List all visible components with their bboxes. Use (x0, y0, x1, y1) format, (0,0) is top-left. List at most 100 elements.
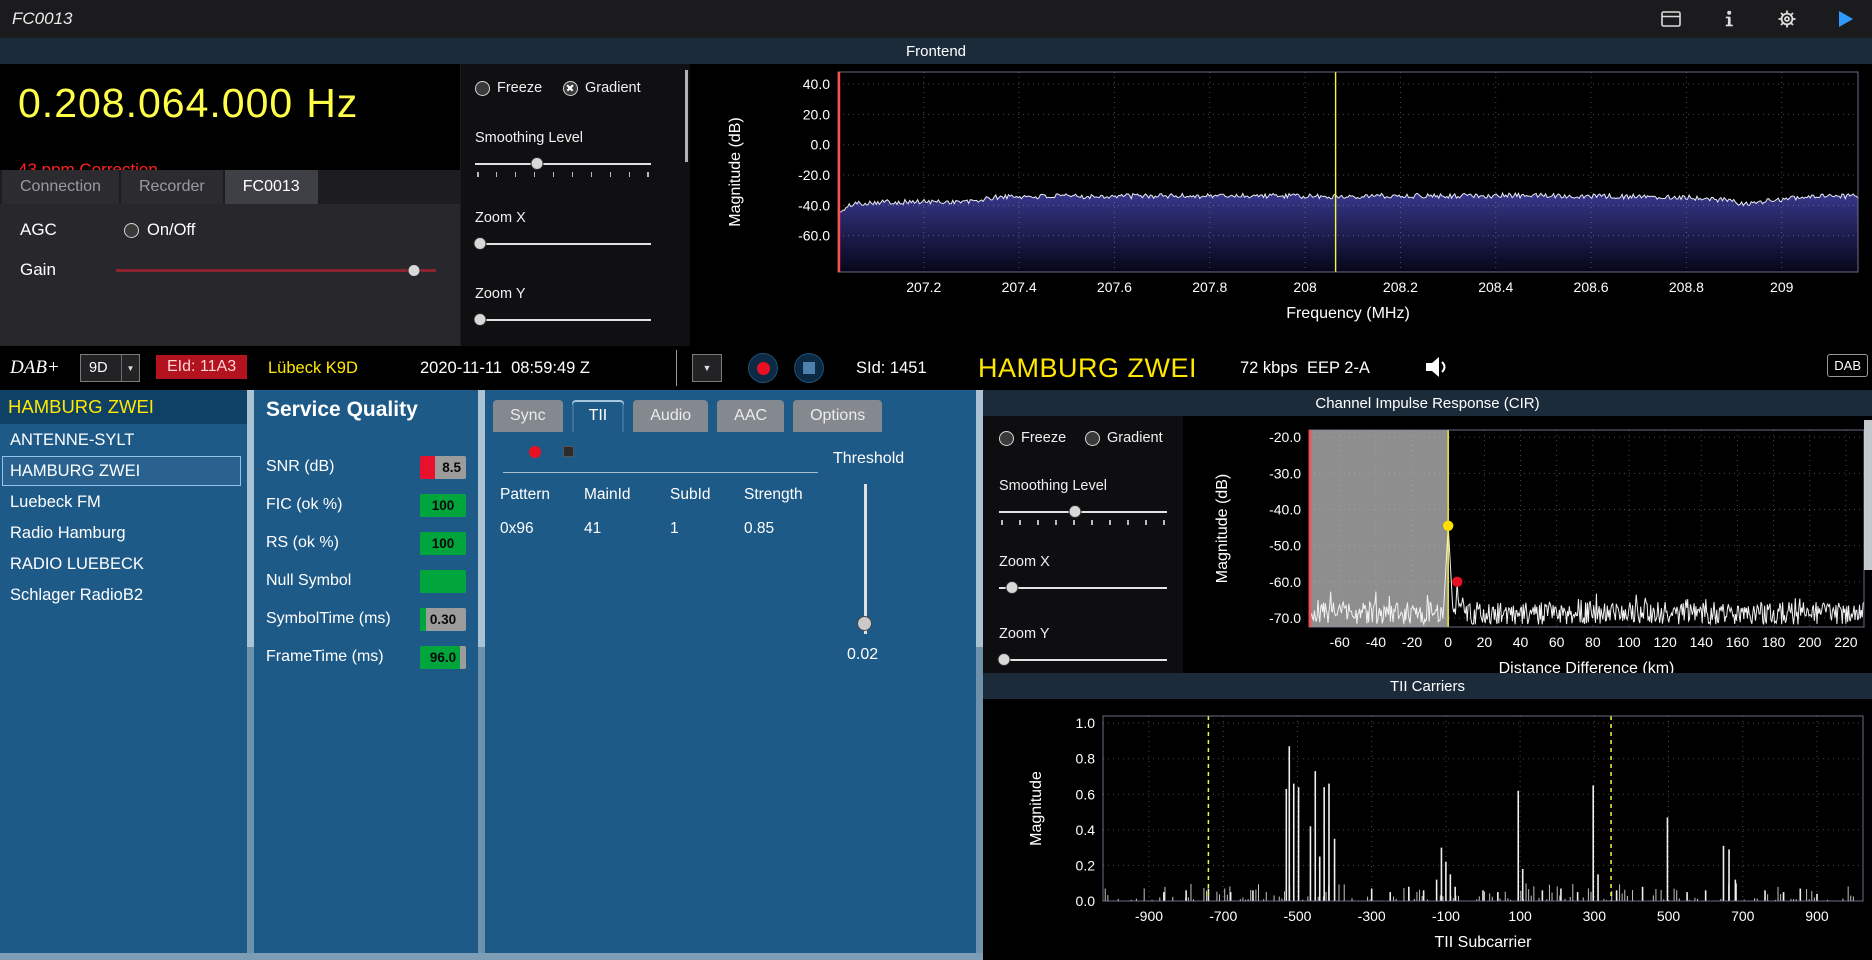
titlebar-icons (1658, 6, 1858, 32)
station-item[interactable]: Luebeck FM (2, 487, 241, 517)
speaker-icon[interactable] (1424, 355, 1450, 384)
svg-text:220: 220 (1834, 634, 1858, 650)
scrollbar[interactable] (247, 390, 254, 960)
svg-text:20: 20 (1477, 634, 1493, 650)
info-icon[interactable] (1716, 6, 1742, 32)
tii-cell: 1 (670, 520, 679, 537)
agc-onoff-radio[interactable] (124, 222, 139, 238)
station-dropdown-button[interactable]: ▼ (692, 354, 722, 382)
svg-text:20.0: 20.0 (803, 106, 830, 122)
svg-text:Magnitude (dB): Magnitude (dB) (727, 117, 744, 226)
tab-sync[interactable]: Sync (493, 400, 563, 432)
quality-row: FrameTime (ms) 96.0 (266, 638, 466, 676)
cir-freeze-radio[interactable] (999, 430, 1014, 446)
quality-label: FrameTime (ms) (266, 648, 384, 665)
svg-text:Magnitude: Magnitude (1028, 771, 1045, 846)
frontend-body: 0.208.064.000Hz 43 ppm Correction Connec… (0, 64, 1872, 346)
datetime-label: 2020-11-11 08:59:49 Z (420, 359, 591, 377)
sid-label: SId: 1451 (856, 359, 927, 377)
horizontal-scrollbar[interactable] (0, 953, 983, 960)
cir-smoothing-slider[interactable] (999, 504, 1167, 519)
station-item[interactable]: ANTENNE-SYLT (2, 425, 241, 455)
quality-badge: 100 (420, 493, 466, 517)
tab-tii[interactable]: TII (571, 400, 625, 432)
cir-zoomx-slider[interactable] (999, 580, 1167, 595)
channel-dropdown[interactable]: 9D ▼ (80, 354, 140, 382)
svg-text:-20: -20 (1402, 634, 1422, 650)
cir-panel: Channel Impulse Response (CIR) Freeze Gr… (983, 390, 1872, 677)
gain-label: Gain (20, 260, 56, 279)
cir-gradient-label: Gradient (1107, 430, 1163, 446)
scrollbar-thumb[interactable] (478, 390, 485, 647)
spectrum-zoomy-label: Zoom Y (475, 286, 526, 302)
stop-button[interactable] (794, 353, 824, 383)
quality-row: FIC (ok %) 100 (266, 486, 466, 524)
gain-slider[interactable] (116, 263, 436, 278)
quality-badge: 8.5 (420, 455, 466, 479)
spectrum-plot-area: 207.2 207.4 207.6 207.8 208 208.2 208.4 208.6 20… (690, 64, 1872, 346)
svg-text:120: 120 (1653, 634, 1677, 650)
spectrum-smoothing-label: Smoothing Level (475, 130, 584, 146)
tuner-tab-content: AGC On/Off Gain (0, 204, 460, 346)
svg-text:Distance Difference (km): Distance Difference (km) (1499, 660, 1675, 673)
spectrum-zoomy-slider[interactable] (473, 312, 651, 327)
titlebar: FC0013 (0, 0, 1872, 38)
scrollbar[interactable] (976, 390, 983, 960)
spectrum-gradient-label: Gradient (585, 80, 641, 96)
threshold-slider-handle[interactable] (857, 616, 872, 631)
detail-tabs: Sync TII Audio AAC Options (493, 400, 883, 432)
svg-text:1.0: 1.0 (1076, 715, 1096, 731)
svg-text:40: 40 (1513, 634, 1529, 650)
current-station-label: HAMBURG ZWEI (978, 353, 1197, 383)
tuner-tabs: Connection Recorder FC0013 (0, 170, 460, 204)
gear-icon[interactable] (1774, 6, 1800, 32)
record-button[interactable] (748, 353, 778, 383)
cir-zoomy-slider[interactable] (997, 652, 1167, 667)
cir-controls: Freeze Gradient Smoothing Level Zoom X Z… (983, 416, 1183, 673)
spectrum-smoothing-slider[interactable] (475, 156, 651, 171)
chevron-down-icon: ▼ (121, 355, 139, 381)
tab-aac[interactable]: AAC (717, 400, 785, 432)
spectrum-gradient-radio[interactable] (563, 80, 578, 96)
svg-text:0: 0 (1444, 634, 1452, 650)
tab-options[interactable]: Options (793, 400, 883, 432)
tii-col-header: SubId (670, 486, 711, 503)
window-icon[interactable] (1658, 6, 1684, 32)
station-item[interactable]: Radio Hamburg (2, 518, 241, 548)
scrollbar-thumb[interactable] (247, 390, 254, 647)
controls-scrollbar[interactable] (685, 70, 688, 162)
frequency-value: 0.208.064.000 (18, 80, 294, 126)
play-button[interactable] (1832, 6, 1858, 32)
quality-row: SNR (dB) 8.5 (266, 448, 466, 486)
scrollbar[interactable] (1864, 420, 1872, 570)
tuner-tab-recorder[interactable]: Recorder (120, 170, 223, 204)
svg-text:-700: -700 (1209, 908, 1237, 924)
tuner-tab-fc0013[interactable]: FC0013 (224, 170, 318, 204)
tuner-tab-connection[interactable]: Connection (2, 170, 119, 204)
spectrum-freeze-radio[interactable] (475, 80, 490, 96)
quality-label: RS (ok %) (266, 534, 339, 551)
dab-status-bar: DAB+ 9D ▼ EId: 11A3 Lübeck K9D 2020-11-1… (0, 346, 1872, 390)
quality-label: SymbolTime (ms) (266, 610, 391, 627)
station-item[interactable]: HAMBURG ZWEI (2, 456, 241, 486)
eid-badge: EId: 11A3 (156, 355, 248, 379)
cir-gradient-radio[interactable] (1085, 430, 1100, 446)
cir-zoomy-label: Zoom Y (999, 626, 1050, 642)
stop-icon (803, 362, 815, 374)
quality-badge (420, 569, 466, 593)
separator (676, 350, 677, 386)
svg-text:207.6: 207.6 (1097, 279, 1132, 295)
svg-text:-60: -60 (1330, 634, 1350, 650)
scrollbar-thumb[interactable] (976, 390, 983, 647)
svg-text:207.2: 207.2 (906, 279, 941, 295)
svg-text:0.4: 0.4 (1076, 822, 1096, 838)
threshold-slider[interactable] (857, 484, 873, 634)
tab-audio[interactable]: Audio (633, 400, 709, 432)
spectrum-zoomx-slider[interactable] (473, 236, 651, 251)
station-item[interactable]: Schlager RadioB2 (2, 580, 241, 610)
svg-text:0.0: 0.0 (811, 137, 831, 153)
station-item[interactable]: RADIO LUEBECK (2, 549, 241, 579)
tii-status-square (563, 446, 574, 457)
threshold-label: Threshold (833, 450, 905, 467)
scrollbar[interactable] (478, 390, 485, 960)
